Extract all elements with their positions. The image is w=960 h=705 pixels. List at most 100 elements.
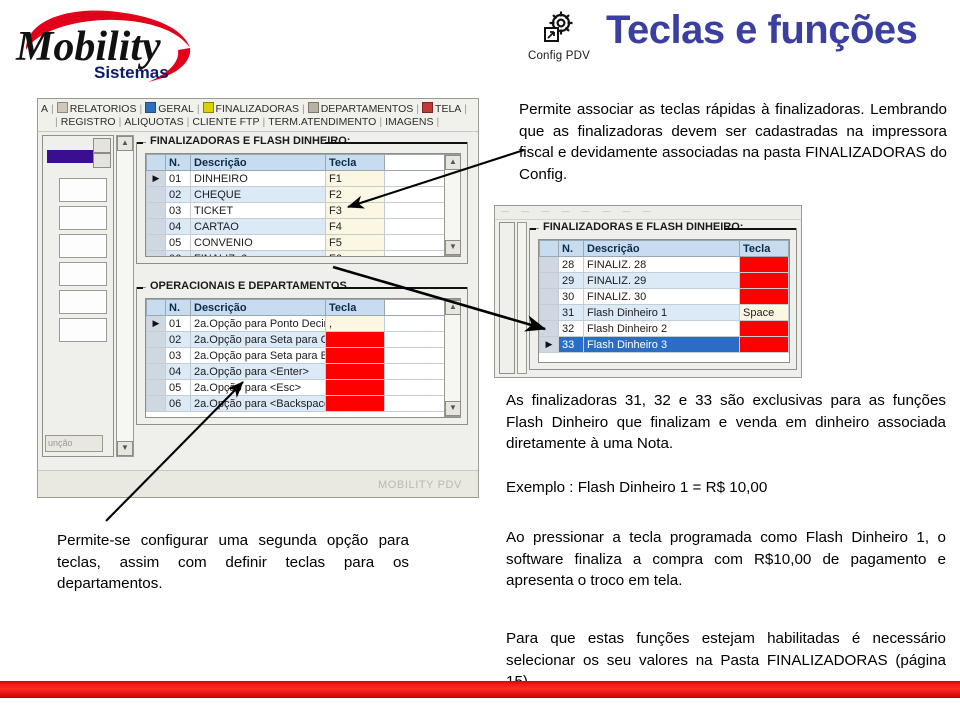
- table-row[interactable]: 04 2a.Opção para <Enter>: [146, 363, 460, 380]
- scroll-up-arrow-icon[interactable]: ▲: [117, 136, 133, 151]
- table-row[interactable]: 29 FINALIZ. 29: [539, 272, 789, 289]
- grid1-scroll-up-icon[interactable]: ▲: [445, 155, 461, 170]
- table-row[interactable]: ▶ 33 Flash Dinheiro 3: [539, 336, 789, 353]
- row-description: 2a.Opção para <Backspace>: [190, 395, 326, 412]
- row-key[interactable]: F6: [325, 250, 385, 256]
- row-number: 30: [558, 288, 584, 305]
- row-marker: [146, 250, 166, 256]
- row-key[interactable]: F4: [325, 218, 385, 235]
- grid-finalizadoras-table: N. Descrição Tecla ▶ 01 DINHEIRO F1 02 CHEQUE…: [146, 154, 460, 256]
- grid-finalizadoras[interactable]: N. Descrição Tecla ▶ 01 DINHEIRO F1 02 CHEQUE…: [145, 153, 461, 257]
- side-field-5[interactable]: [59, 290, 107, 314]
- grid1-scroll-down-icon[interactable]: ▼: [445, 240, 461, 255]
- row-key[interactable]: F2: [325, 186, 385, 203]
- tab-registro[interactable]: REGISTRO: [61, 116, 116, 128]
- relatorios-icon: [56, 102, 68, 113]
- gridR-header-row: N. Descrição Tecla: [539, 240, 789, 257]
- mobility-logo: Mobility Sistemas: [8, 4, 208, 90]
- side-field-6[interactable]: [59, 318, 107, 342]
- row-number: 04: [165, 218, 191, 235]
- side-scroll-down-button[interactable]: [93, 153, 111, 168]
- row-number: 28: [558, 256, 584, 273]
- row-key[interactable]: F5: [325, 234, 385, 251]
- row-key[interactable]: [739, 256, 789, 273]
- grid-finalizadoras-right-table: N. Descrição Tecla 28 FINALIZ. 28 29 FINALI…: [539, 240, 789, 362]
- row-key[interactable]: [325, 379, 385, 396]
- config-pdv-caption: Config PDV: [527, 50, 591, 62]
- grid-finalizadoras-right[interactable]: N. Descrição Tecla 28 FINALIZ. 28 29 FINALI…: [538, 239, 790, 363]
- screenshot-config-pdv-left: A | RELATORIOS | GERAL | FINALIZADORAS | DEPARTA…: [37, 98, 479, 498]
- row-key[interactable]: F1: [325, 170, 385, 187]
- tab-tela[interactable]: TELA: [435, 103, 461, 115]
- panel-vertical-scrollbar[interactable]: ▲ ▼: [116, 135, 134, 457]
- row-marker: ▶: [146, 315, 166, 332]
- paragraph-bottom-1: Ao pressionar a tecla programada como Fl…: [506, 529, 946, 589]
- table-row[interactable]: 04 CARTAO F4: [146, 218, 460, 235]
- col2-descricao: Descrição: [190, 299, 326, 316]
- table-row[interactable]: ▶ 01 DINHEIRO F1: [146, 170, 460, 187]
- table-row[interactable]: 28 FINALIZ. 28: [539, 256, 789, 273]
- side-field-4[interactable]: [59, 262, 107, 286]
- row-key[interactable]: [739, 272, 789, 289]
- grid2-scrollbar[interactable]: ▲ ▼: [444, 299, 461, 417]
- tab-relatorios[interactable]: RELATORIOS: [70, 103, 137, 115]
- row-description: 2a.Opção para <Esc>: [190, 379, 326, 396]
- table-row[interactable]: 02 CHEQUE F2: [146, 186, 460, 203]
- table-row[interactable]: 31 Flash Dinheiro 1 Space: [539, 304, 789, 321]
- table-row[interactable]: ▶012a.Opção para Ponto Decimal(.),: [146, 315, 460, 332]
- col-tecla: Tecla: [325, 154, 385, 171]
- row-key[interactable]: F3: [325, 202, 385, 219]
- row-number: 06: [165, 250, 191, 256]
- grid1-scrollbar[interactable]: ▲ ▼: [444, 154, 461, 256]
- svg-text:Sistemas: Sistemas: [94, 63, 169, 82]
- table-row[interactable]: 06 2a.Opção para <Backspace>: [146, 395, 460, 412]
- row-key[interactable]: [325, 395, 385, 412]
- tab-geral[interactable]: GERAL: [158, 103, 194, 115]
- grid-operacionais[interactable]: N. Descrição Tecla ▶ 01 2a.Opção para Pont…: [145, 298, 461, 418]
- scroll-down-arrow-icon[interactable]: ▼: [117, 441, 133, 456]
- side-field-1[interactable]: [59, 178, 107, 202]
- table-row-blank: [146, 411, 460, 417]
- side-field-3[interactable]: [59, 234, 107, 258]
- row-description: FINALIZ. 29: [583, 272, 740, 289]
- row-key[interactable]: [325, 331, 385, 348]
- grid2-scroll-up-icon[interactable]: ▲: [445, 300, 461, 315]
- paragraph-top: Permite associar as teclas rápidas à fin…: [519, 101, 947, 183]
- row-key[interactable]: [325, 363, 385, 380]
- tab-departamentos[interactable]: DEPARTAMENTOS: [321, 103, 414, 115]
- colR-n: N.: [558, 240, 584, 257]
- table-row[interactable]: 032a.Opção para Seta para Baixo: [146, 347, 460, 364]
- row-description: FINALIZ. 28: [583, 256, 740, 273]
- color-swatch: [47, 150, 93, 163]
- tab-row-primary[interactable]: A | RELATORIOS | GERAL | FINALIZADORAS | DEPARTA…: [41, 102, 470, 115]
- table-row[interactable]: 30 FINALIZ. 30: [539, 288, 789, 305]
- row-key[interactable]: [325, 347, 385, 364]
- right-panel-edge-2: [517, 222, 527, 374]
- row-description: CONVENIO: [190, 234, 326, 251]
- grid2-scroll-down-icon[interactable]: ▼: [445, 401, 461, 416]
- side-scroll-up-button[interactable]: [93, 138, 111, 153]
- table-row[interactable]: 06FINALIZ. 6F6: [146, 250, 460, 256]
- tab-cliente-ftp[interactable]: CLIENTE FTP: [192, 116, 259, 128]
- tab-a[interactable]: A: [41, 103, 48, 115]
- funcao-button[interactable]: unção: [45, 435, 103, 452]
- table-row[interactable]: 05 CONVENIO F5: [146, 234, 460, 251]
- row-key[interactable]: [739, 288, 789, 305]
- table-row[interactable]: 05 2a.Opção para <Esc>: [146, 379, 460, 396]
- tab-finalizadoras[interactable]: FINALIZADORAS: [216, 103, 299, 115]
- side-field-2[interactable]: [59, 206, 107, 230]
- table-row[interactable]: 022a.Opção para Seta para Cima: [146, 331, 460, 348]
- table-row[interactable]: 03 TICKET F3: [146, 202, 460, 219]
- tab-term-atendimento[interactable]: TERM.ATENDIMENTO: [268, 116, 376, 128]
- row-key[interactable]: [739, 320, 789, 337]
- tab-imagens[interactable]: IMAGENS: [385, 116, 433, 128]
- row-key[interactable]: [739, 336, 789, 353]
- grid2-header-row: N. Descrição Tecla: [146, 299, 460, 316]
- row-key[interactable]: Space: [739, 304, 789, 321]
- row-key[interactable]: ,: [325, 315, 385, 332]
- table-row[interactable]: 32 Flash Dinheiro 2: [539, 320, 789, 337]
- row-number: 31: [558, 304, 584, 321]
- tab-aliquotas[interactable]: ALIQUOTAS: [124, 116, 183, 128]
- tab-row-secondary[interactable]: | REGISTRO | ALIQUOTAS | CLIENTE FTP | TERM.ATE…: [52, 116, 442, 128]
- row-marker: [146, 395, 166, 412]
